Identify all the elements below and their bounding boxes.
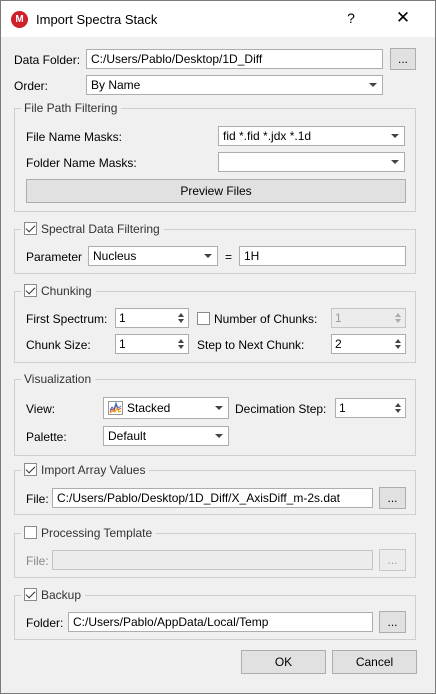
title-bar: M Import Spectra Stack ? ✕ [1, 1, 435, 37]
parameter-label: Parameter [26, 250, 83, 264]
import-spectra-stack-dialog: M Import Spectra Stack ? ✕ Data Folder: … [0, 0, 436, 694]
data-folder-browse-button[interactable]: ... [390, 48, 416, 70]
processing-template-label: Processing Template [41, 526, 153, 540]
chevron-down-icon [391, 160, 399, 164]
spin-down-icon[interactable] [395, 409, 401, 413]
cancel-button[interactable]: Cancel [332, 650, 417, 674]
chunking-legend[interactable]: Chunking [21, 284, 96, 298]
decimation-step-stepper[interactable]: 1 [335, 398, 406, 418]
spectral-data-filtering-legend[interactable]: Spectral Data Filtering [21, 222, 164, 236]
palette-select[interactable]: Default [103, 426, 229, 446]
view-select-value: Stacked [127, 401, 171, 415]
number-of-chunks-label: Number of Chunks: [214, 312, 318, 326]
folder-name-masks-select[interactable] [218, 152, 405, 172]
spectral-data-filtering-label: Spectral Data Filtering [41, 222, 160, 236]
first-spectrum-value: 1 [119, 311, 126, 325]
parameter-value-input[interactable]: 1H [239, 246, 406, 266]
number-of-chunks-option[interactable]: Number of Chunks: [197, 312, 317, 326]
processing-template-browse-button[interactable]: ... [379, 549, 406, 571]
chunk-size-value: 1 [119, 337, 126, 351]
processing-template-file-input[interactable] [52, 550, 373, 570]
chevron-down-icon [215, 406, 223, 410]
spectral-data-filtering-checkbox[interactable] [24, 222, 37, 235]
ok-button[interactable]: OK [241, 650, 326, 674]
first-spectrum-stepper[interactable]: 1 [115, 308, 189, 328]
folder-name-masks-label: Folder Name Masks: [26, 156, 137, 170]
processing-template-checkbox[interactable] [24, 526, 37, 539]
step-to-next-chunk-stepper[interactable]: 2 [331, 334, 406, 354]
backup-checkbox[interactable] [24, 588, 37, 601]
order-select[interactable]: By Name [86, 75, 383, 95]
parameter-select-value: Nucleus [93, 249, 137, 263]
visualization-legend: Visualization [21, 372, 96, 386]
palette-select-value: Default [108, 429, 147, 443]
import-array-values-label: Import Array Values [41, 463, 146, 477]
spin-up-icon[interactable] [178, 339, 184, 343]
file-name-masks-value: fid *.fid *.jdx *.1d [223, 129, 312, 143]
window-title: Import Spectra Stack [36, 12, 158, 27]
number-of-chunks-checkbox[interactable] [197, 312, 210, 325]
parameter-select[interactable]: Nucleus [88, 246, 218, 266]
import-array-values-legend[interactable]: Import Array Values [21, 463, 150, 477]
processing-template-legend[interactable]: Processing Template [21, 526, 157, 540]
chevron-down-icon [369, 83, 377, 87]
file-name-masks-select[interactable]: fid *.fid *.jdx *.1d [218, 126, 405, 146]
decimation-step-value: 1 [339, 401, 346, 415]
chevron-down-icon [391, 134, 399, 138]
spin-up-icon[interactable] [395, 313, 401, 317]
backup-legend[interactable]: Backup [21, 588, 86, 602]
view-select[interactable]: Stacked [103, 397, 229, 419]
file-name-masks-label: File Name Masks: [26, 130, 123, 144]
preview-files-button[interactable]: Preview Files [26, 179, 406, 203]
data-folder-label: Data Folder: [14, 53, 81, 67]
view-label: View: [26, 402, 56, 416]
spin-up-icon[interactable] [395, 403, 401, 407]
stacked-view-icon [108, 401, 123, 415]
step-to-next-chunk-label: Step to Next Chunk: [197, 338, 305, 352]
spin-up-icon[interactable] [178, 313, 184, 317]
backup-label: Backup [41, 588, 82, 602]
number-of-chunks-stepper[interactable]: 1 [331, 308, 406, 328]
backup-browse-button[interactable]: ... [379, 611, 406, 633]
import-array-file-input[interactable]: C:/Users/Pablo/Desktop/1D_Diff/X_AxisDif… [52, 488, 373, 508]
spin-down-icon[interactable] [395, 345, 401, 349]
processing-template-file-label: File: [26, 554, 49, 568]
close-icon[interactable]: ✕ [393, 8, 413, 28]
app-logo-icon: M [11, 11, 28, 28]
help-button[interactable]: ? [343, 10, 359, 26]
order-label: Order: [14, 79, 49, 93]
chunk-size-label: Chunk Size: [26, 338, 91, 352]
decimation-step-label: Decimation Step: [235, 402, 327, 416]
palette-label: Palette: [26, 430, 67, 444]
import-array-browse-button[interactable]: ... [379, 487, 406, 509]
chunk-size-stepper[interactable]: 1 [115, 334, 189, 354]
spin-up-icon[interactable] [395, 339, 401, 343]
spin-down-icon[interactable] [178, 345, 184, 349]
chevron-down-icon [204, 254, 212, 258]
chunking-label: Chunking [41, 284, 92, 298]
number-of-chunks-value: 1 [335, 311, 342, 325]
import-array-file-label: File: [26, 492, 49, 506]
chevron-down-icon [215, 434, 223, 438]
step-to-next-chunk-value: 2 [335, 337, 342, 351]
backup-folder-label: Folder: [26, 616, 64, 630]
order-select-value: By Name [91, 78, 141, 92]
backup-folder-input[interactable]: C:/Users/Pablo/AppData/Local/Temp [68, 612, 373, 632]
file-path-filtering-legend: File Path Filtering [21, 101, 122, 115]
data-folder-input[interactable]: C:/Users/Pablo/Desktop/1D_Diff [86, 49, 383, 69]
first-spectrum-label: First Spectrum: [26, 312, 108, 326]
spin-down-icon[interactable] [178, 319, 184, 323]
spin-down-icon[interactable] [395, 319, 401, 323]
equals-sign: = [225, 250, 233, 264]
chunking-checkbox[interactable] [24, 284, 37, 297]
import-array-values-checkbox[interactable] [24, 463, 37, 476]
